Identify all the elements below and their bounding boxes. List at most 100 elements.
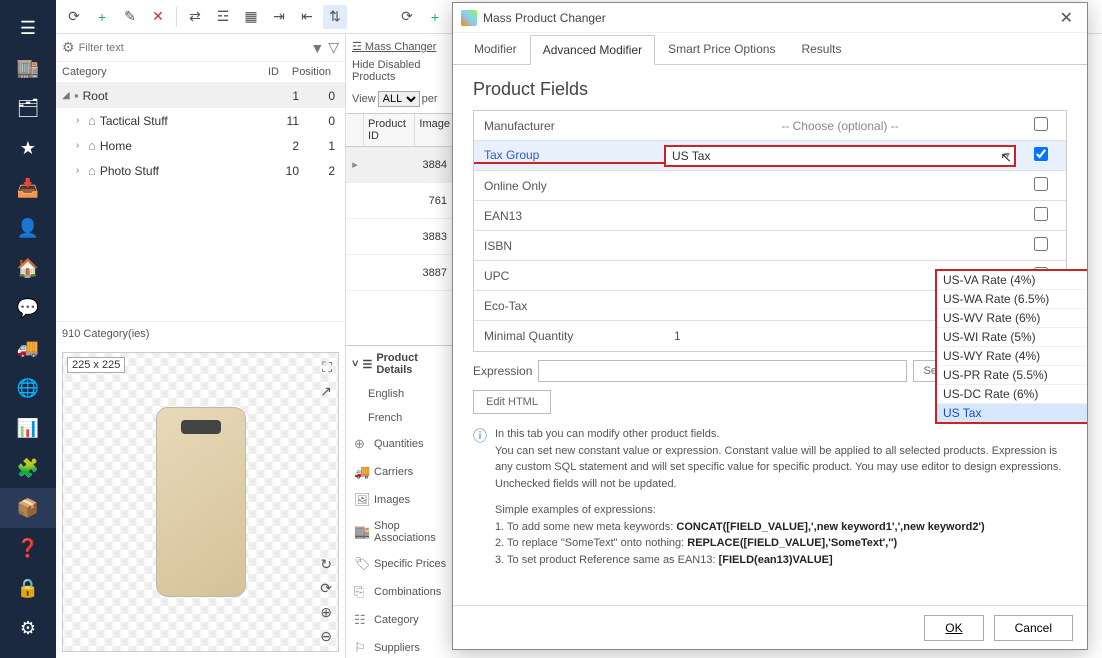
nav-item[interactable]: 🏠 [0,248,56,288]
tab-smart-price[interactable]: Smart Price Options [655,34,788,64]
nav-item[interactable]: 🌐 [0,368,56,408]
info-icon: ⓘ [473,426,487,568]
nav-item[interactable]: ⚙ [0,608,56,648]
nav-item[interactable]: 🚚 [0,328,56,368]
edit-icon[interactable]: ✎ [118,5,142,29]
table-row[interactable]: 761 [346,183,455,219]
detail-group[interactable]: 🖼Images [346,486,456,514]
tab-advanced-modifier[interactable]: Advanced Modifier [530,35,655,65]
tab-modifier[interactable]: Modifier [461,34,530,64]
home-icon: ⌂ [88,113,96,128]
breadcrumb[interactable]: ☲ Mass Changer [346,34,455,59]
info-text: ⓘ In this tab you can modify other produ… [473,426,1067,568]
refresh-icon[interactable]: ⟳ [320,580,332,597]
dropdown-option[interactable]: US-WA Rate (6.5%) [937,290,1087,309]
category-row[interactable]: ›⌂ Photo Stuff 10 2 [56,158,345,183]
field-checkbox[interactable] [1034,147,1048,161]
expression-label: Expression [473,364,532,378]
table-row[interactable]: 3887 [346,255,455,291]
field-checkbox[interactable] [1034,237,1048,251]
filter-input[interactable] [79,42,307,54]
grid-icon[interactable]: ▦ [239,5,263,29]
open-icon[interactable]: ↗ [320,383,332,400]
tag-icon: 🏷 [354,556,368,572]
category-icon: ☷ [354,612,368,628]
ok-button[interactable]: OK [924,615,983,641]
menu-icon[interactable]: ☰ [0,8,56,48]
table-row[interactable]: 3883 [346,219,455,255]
dropdown-option[interactable]: US-VA Rate (4%) [937,271,1087,290]
lang-item[interactable]: French [346,406,456,430]
expression-input[interactable] [538,360,906,382]
field-checkbox[interactable] [1034,177,1048,191]
swap-icon[interactable]: ⇄ [183,5,207,29]
detail-group[interactable]: ⎘Combinations [346,578,456,606]
nav-item[interactable]: 🧩 [0,448,56,488]
nav-item[interactable]: 📥 [0,168,56,208]
nav-item[interactable]: 💬 [0,288,56,328]
zoom-in-icon[interactable]: ⊕ [320,604,332,621]
field-checkbox[interactable] [1034,207,1048,221]
nav-item[interactable]: 📊 [0,408,56,448]
detail-group[interactable]: 🏷Specific Prices [346,550,456,578]
field-row-tax-group: Tax Group US Tax ▾ ↖ [474,141,1066,171]
import-icon[interactable]: ⇥ [267,5,291,29]
field-checkbox[interactable] [1034,117,1048,131]
add-icon[interactable]: + [423,5,447,29]
refresh-icon[interactable]: ⟳ [395,5,419,29]
nav-item[interactable]: 👤 [0,208,56,248]
dropdown-option[interactable]: US-DC Rate (6%) [937,385,1087,404]
close-icon[interactable]: ✕ [1054,6,1079,30]
zoom-out-icon[interactable]: ⊖ [320,628,332,645]
tab-results[interactable]: Results [788,34,854,64]
dropdown-option[interactable]: US Tax [937,404,1087,422]
nav-item[interactable]: 📦 [0,488,56,528]
dropdown-option[interactable]: US-WY Rate (4%) [937,347,1087,366]
dropdown-option[interactable]: US-WI Rate (5%) [937,328,1087,347]
dropdown-option[interactable]: US-PR Rate (5.5%) [937,366,1087,385]
delete-icon[interactable]: ✕ [146,5,170,29]
nav-item[interactable]: 🗂 [0,88,56,128]
view-label: View [352,93,376,105]
category-row[interactable]: ›⌂ Tactical Stuff 11 0 [56,108,345,133]
view-select[interactable]: ALL [378,91,420,107]
field-row: ISBN [474,231,1066,261]
detail-group[interactable]: 🏬Shop Associations [346,514,456,550]
vertical-nav: ☰ 🏬 🗂 ★ 📥 👤 🏠 💬 🚚 🌐 📊 🧩 📦 ❓ 🔒 ⚙ [0,0,56,658]
section-heading: Product Fields [473,79,1067,100]
image-preview: 225 x 225 ⛶ ↗ ↻ ⟳ ⊕ ⊖ [62,352,339,652]
detail-group[interactable]: ⚐Suppliers [346,634,456,658]
tax-group-dropdown[interactable]: US Tax ▾ ↖ [664,145,1016,167]
detail-group[interactable]: ⊕Quantities [346,430,456,458]
home-icon: ⌂ [88,163,96,178]
refresh-icon[interactable]: ⟳ [62,5,86,29]
nav-item[interactable]: ❓ [0,528,56,568]
table-row[interactable]: ▸3884 [346,147,455,183]
detail-group[interactable]: ☷Category [346,606,456,634]
cancel-button[interactable]: Cancel [994,615,1073,641]
nav-item[interactable]: ★ [0,128,56,168]
expand-icon[interactable]: ⛶ [322,359,332,376]
quantities-icon: ⊕ [354,436,368,452]
product-detail-panel: ˅☰Product Details English French ⊕Quanti… [346,345,456,658]
nav-item[interactable]: 🏬 [0,48,56,88]
category-row[interactable]: ◢▪ Root 1 0 [56,83,345,108]
dialog-titlebar: Mass Product Changer ✕ [453,3,1087,33]
dropdown-option[interactable]: US-WV Rate (6%) [937,309,1087,328]
detail-group[interactable]: 🚚Carriers [346,458,456,486]
nav-item[interactable]: 🔒 [0,568,56,608]
add-icon[interactable]: + [90,5,114,29]
detail-header[interactable]: ˅☰Product Details [346,346,456,382]
lang-item[interactable]: English [346,382,456,406]
tree-icon[interactable]: ☲ [211,5,235,29]
sort-icon[interactable]: ⇅ [323,5,347,29]
export-icon[interactable]: ⇤ [295,5,319,29]
edit-html-button[interactable]: Edit HTML [473,390,551,414]
filter-icon[interactable]: ▼ [310,40,324,56]
rotate-icon[interactable]: ↻ [320,556,332,573]
product-image [156,407,246,597]
category-row[interactable]: ›⌂ Home 2 1 [56,133,345,158]
gear-icon[interactable]: ⚙ [62,39,75,56]
field-value[interactable]: -- Choose (optional) -- [664,119,1016,133]
filter-clear-icon[interactable]: ▽ [328,39,339,56]
